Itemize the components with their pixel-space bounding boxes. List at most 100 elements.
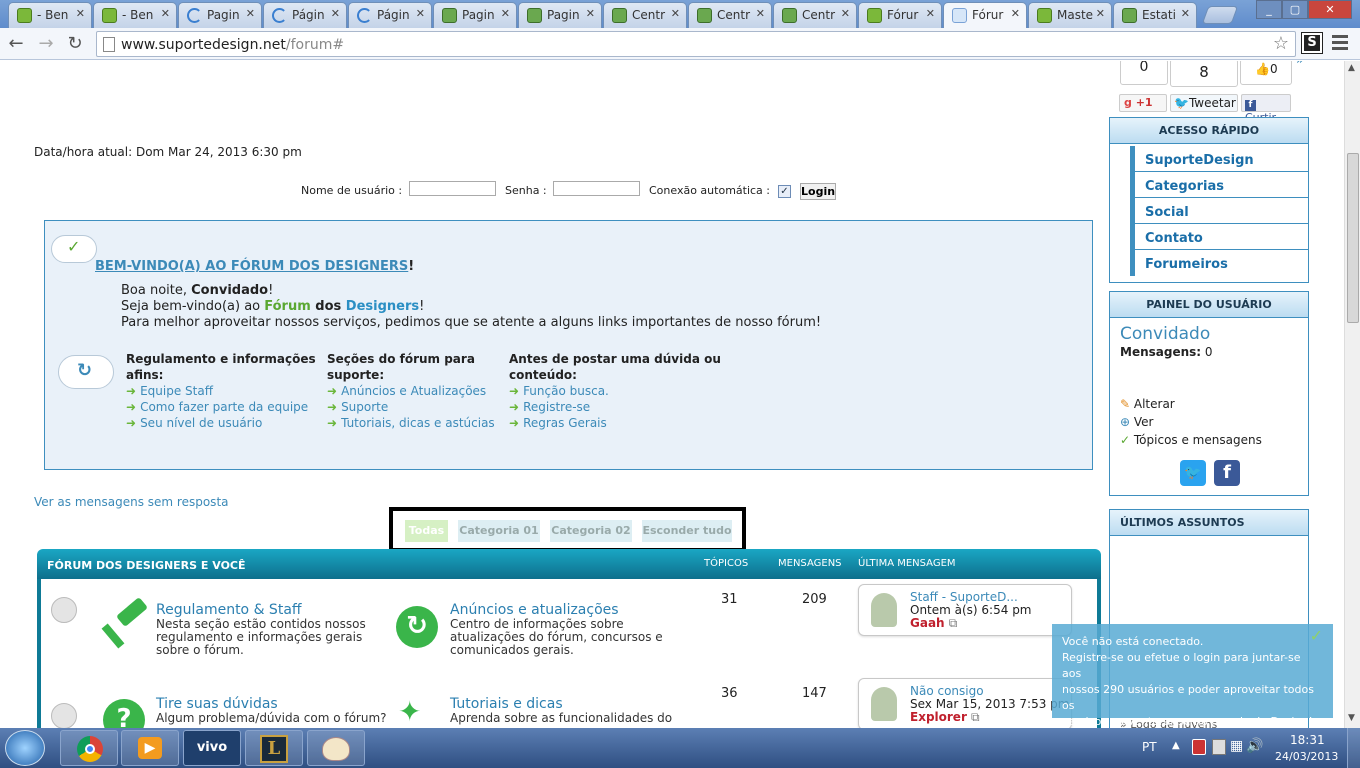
- last-post-user-2[interactable]: Explorer: [910, 710, 967, 724]
- login-button[interactable]: Login: [800, 183, 836, 200]
- ver-item[interactable]: ⊕ Ver: [1120, 413, 1262, 431]
- tab-5[interactable]: Págin ✕: [348, 2, 432, 28]
- last-post-user-1[interactable]: Gaah: [910, 616, 945, 630]
- close-window-button[interactable]: ✕: [1308, 0, 1352, 19]
- tab-1[interactable]: - Ben ✕: [8, 2, 92, 28]
- tab-14[interactable]: Estati ✕: [1113, 2, 1197, 28]
- clock-time[interactable]: 18:31: [1290, 733, 1325, 747]
- minimize-button[interactable]: _: [1256, 0, 1282, 19]
- network-icon[interactable]: ▦: [1230, 738, 1243, 754]
- close-tab-icon[interactable]: ✕: [1096, 7, 1105, 20]
- address-bar[interactable]: www.suportedesign.net/forum# ☆: [96, 31, 1296, 57]
- page-scrollbar[interactable]: ▲ ▼: [1344, 61, 1360, 728]
- quick-link-forumeiros[interactable]: Forumeiros: [1130, 250, 1308, 276]
- tab-6[interactable]: Pagin ✕: [433, 2, 517, 28]
- show-hidden-icons[interactable]: ▲: [1172, 740, 1180, 751]
- league-taskbar-icon[interactable]: L: [245, 730, 303, 766]
- close-tab-icon[interactable]: ✕: [671, 7, 680, 20]
- twitter-icon[interactable]: 🐦: [1180, 460, 1206, 486]
- tweet-button[interactable]: 🐦Tweetar: [1170, 94, 1238, 112]
- topicos-item[interactable]: ✓ Tópicos e mensagens: [1120, 431, 1262, 449]
- forum-category-title[interactable]: FÓRUM DOS DESIGNERS E VOCÊ: [47, 559, 246, 572]
- tab-7[interactable]: Pagin ✕: [518, 2, 602, 28]
- welcome-link[interactable]: Registre-se: [523, 400, 590, 414]
- tray-icon-2[interactable]: [1212, 739, 1226, 755]
- tab-3[interactable]: Pagin ✕: [178, 2, 262, 28]
- scroll-down-icon[interactable]: ▼: [1348, 713, 1355, 723]
- unanswered-link[interactable]: Ver as mensagens sem resposta: [34, 495, 229, 509]
- close-tab-icon[interactable]: ✕: [841, 7, 850, 20]
- username-input[interactable]: [409, 181, 496, 196]
- facebook-like-button[interactable]: f Curtir: [1241, 94, 1291, 124]
- volume-icon[interactable]: 🔊: [1246, 738, 1263, 754]
- forum-tutoriais-link[interactable]: Tutoriais e dicas: [450, 696, 690, 712]
- gplus-button[interactable]: g +1: [1119, 94, 1167, 112]
- close-tab-icon[interactable]: ✕: [501, 7, 510, 20]
- goto-post-icon[interactable]: ⧉: [949, 616, 958, 630]
- new-tab-button[interactable]: [1201, 6, 1239, 24]
- welcome-link[interactable]: Regras Gerais: [523, 416, 607, 430]
- close-tab-icon[interactable]: ✕: [76, 7, 85, 20]
- tray-icon-1[interactable]: [1192, 739, 1206, 755]
- not-logged-in-notice[interactable]: ✓ Você não está conectado. Registre-se o…: [1052, 624, 1333, 728]
- welcome-link[interactable]: Suporte: [341, 400, 388, 414]
- maximize-button[interactable]: ▢: [1282, 0, 1308, 19]
- welcome-link[interactable]: Como fazer parte da equipe: [140, 400, 308, 414]
- scrollbar-thumb[interactable]: [1347, 153, 1359, 323]
- expand-arrows-icon[interactable]: »: [1296, 61, 1304, 68]
- auto-login-checkbox[interactable]: ✓: [778, 185, 791, 198]
- alterar-link[interactable]: Alterar: [1134, 397, 1175, 411]
- welcome-link[interactable]: Função busca.: [523, 384, 609, 398]
- tab-8[interactable]: Centr ✕: [603, 2, 687, 28]
- filter-categoria-02[interactable]: Categoria 02: [550, 520, 632, 542]
- topicos-link[interactable]: Tópicos e mensagens: [1134, 433, 1262, 447]
- quick-link-suportedesign[interactable]: SuporteDesign: [1130, 146, 1308, 172]
- close-tab-icon[interactable]: ✕: [1011, 7, 1020, 20]
- quick-link-categorias[interactable]: Categorias: [1130, 172, 1308, 198]
- scroll-up-icon[interactable]: ▲: [1348, 63, 1355, 73]
- extension-icon[interactable]: S: [1301, 32, 1323, 54]
- bookmark-star-icon[interactable]: ☆: [1273, 33, 1289, 54]
- paint-taskbar-icon[interactable]: [307, 730, 365, 766]
- facebook-icon[interactable]: f: [1214, 460, 1240, 486]
- language-indicator[interactable]: PT: [1142, 740, 1157, 754]
- forward-arrow-icon[interactable]: →: [34, 32, 58, 56]
- ver-link[interactable]: Ver: [1134, 415, 1154, 429]
- filter-categoria-01[interactable]: Categoria 01: [458, 520, 540, 542]
- quick-link-contato[interactable]: Contato: [1130, 224, 1308, 250]
- back-arrow-icon[interactable]: ←: [4, 32, 28, 56]
- tab-10[interactable]: Centr ✕: [773, 2, 857, 28]
- vivo-taskbar-icon[interactable]: vivo: [183, 730, 241, 766]
- password-input[interactable]: [553, 181, 640, 196]
- goto-post-icon-2[interactable]: ⧉: [971, 710, 980, 724]
- welcome-link[interactable]: Seu nível de usuário: [140, 416, 262, 430]
- welcome-link[interactable]: Anúncios e Atualizações: [341, 384, 486, 398]
- reload-icon[interactable]: ↻: [63, 32, 87, 56]
- show-desktop-button[interactable]: [1347, 728, 1360, 768]
- tab-12[interactable]: Fórur ✕: [943, 2, 1027, 29]
- forum-anuncios-link[interactable]: Anúncios e atualizações: [450, 602, 690, 618]
- forum-duvidas-link[interactable]: Tire suas dúvidas: [156, 696, 396, 712]
- close-tab-icon[interactable]: ✕: [161, 7, 170, 20]
- forum-regulamento-link[interactable]: Regulamento & Staff: [156, 602, 396, 618]
- clock-date[interactable]: 24/03/2013: [1275, 750, 1338, 763]
- alterar-item[interactable]: ✎ Alterar: [1120, 395, 1262, 413]
- close-tab-icon[interactable]: ✕: [1181, 7, 1190, 20]
- chrome-taskbar-icon[interactable]: [60, 730, 118, 766]
- close-tab-icon[interactable]: ✕: [586, 7, 595, 20]
- quick-link-social[interactable]: Social: [1130, 198, 1308, 224]
- close-tab-icon[interactable]: ✕: [926, 7, 935, 20]
- welcome-link[interactable]: Tutoriais, dicas e astúcias: [341, 416, 495, 430]
- close-tab-icon[interactable]: ✕: [331, 7, 340, 20]
- close-tab-icon[interactable]: ✕: [756, 7, 765, 20]
- notice-check-icon[interactable]: ✓: [1310, 628, 1323, 644]
- welcome-title[interactable]: BEM-VINDO(A) AO FÓRUM DOS DESIGNERS: [95, 259, 408, 274]
- tab-2[interactable]: - Ben ✕: [93, 2, 177, 28]
- close-tab-icon[interactable]: ✕: [246, 7, 255, 20]
- tab-13[interactable]: Maste ✕: [1028, 2, 1112, 28]
- close-tab-icon[interactable]: ✕: [416, 7, 425, 20]
- filter-todas[interactable]: Todas: [405, 520, 448, 542]
- start-button[interactable]: [5, 730, 45, 766]
- filter-esconder-tudo[interactable]: Esconder tudo: [642, 520, 732, 542]
- welcome-link[interactable]: Equipe Staff: [140, 384, 213, 398]
